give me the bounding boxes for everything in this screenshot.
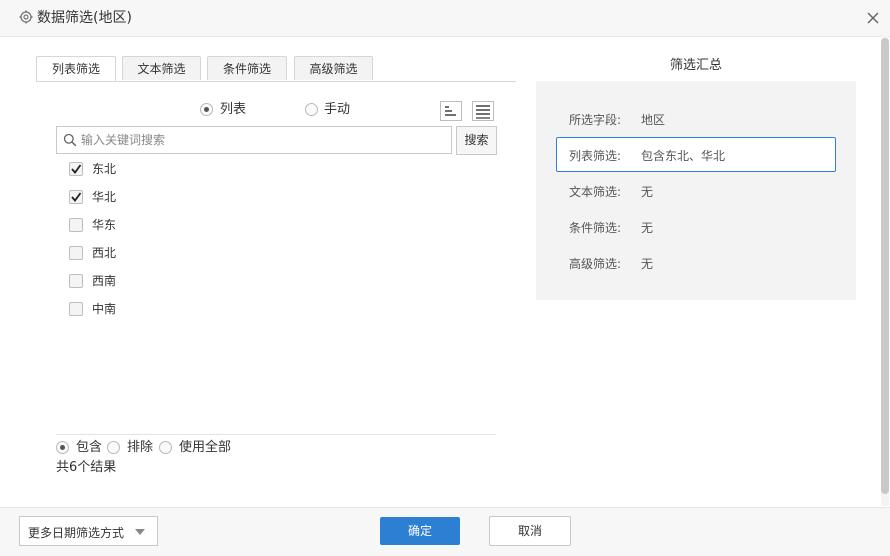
summary-row-label: 列表筛选: [569, 149, 622, 163]
summary-row-label: 文本筛选: [569, 185, 622, 199]
item-checkbox[interactable] [69, 162, 83, 176]
checkmark-icon [71, 164, 82, 174]
sort-button[interactable] [440, 101, 462, 121]
mode-list-label: 列表 [220, 102, 247, 117]
more-date-filter-dropdown[interactable]: 更多日期筛选方式 [19, 516, 158, 546]
mode-manual-label: 手动 [324, 102, 351, 117]
item-checkbox[interactable] [69, 246, 83, 260]
item-label: 华东 [92, 218, 117, 232]
tab-advanced-filter[interactable]: 高级筛选 [294, 56, 373, 80]
summary-row-value: 地区 [641, 113, 666, 127]
result-count: 共6个结果 [56, 460, 117, 475]
mode-list-radio[interactable] [200, 103, 213, 116]
list-icon [476, 105, 490, 119]
gear-icon [19, 10, 33, 24]
item-checkbox[interactable] [69, 302, 83, 316]
caret-down-icon [135, 529, 145, 535]
use-all-radio[interactable] [159, 441, 172, 454]
tab-list-filter[interactable]: 列表筛选 [36, 56, 116, 82]
more-date-filter-label: 更多日期筛选方式 [28, 526, 125, 540]
list-item[interactable]: 东北 [69, 161, 269, 177]
summary-row-label: 条件筛选: [569, 221, 622, 235]
search-button[interactable]: 搜索 [456, 126, 497, 155]
use-all-label: 使用全部 [179, 440, 232, 455]
summary-row-value: 无 [641, 221, 654, 235]
list-item[interactable]: 华东 [69, 217, 269, 233]
list-item[interactable]: 西北 [69, 245, 269, 261]
checkmark-icon [71, 192, 82, 202]
list-item[interactable]: 华北 [69, 189, 269, 205]
tab-text-filter[interactable]: 文本筛选 [122, 56, 201, 80]
list-divider [56, 434, 496, 435]
summary-row-label: 所选字段: [569, 113, 622, 127]
summary-row-value: 包含东北、华北 [641, 149, 726, 163]
summary-row-label: 高级筛选: [569, 257, 622, 271]
sort-icon [445, 106, 456, 116]
summary-row-value: 无 [641, 257, 654, 271]
item-checkbox[interactable] [69, 218, 83, 232]
item-checkbox[interactable] [69, 274, 83, 288]
include-label: 包含 [76, 440, 103, 455]
item-label: 中南 [92, 302, 117, 316]
tab-divider [36, 81, 516, 82]
exclude-label: 排除 [127, 440, 154, 455]
mode-manual-radio[interactable] [305, 103, 318, 116]
item-checkbox[interactable] [69, 190, 83, 204]
search-box [56, 126, 452, 154]
dialog-title: 数据筛选(地区) [37, 10, 132, 26]
cancel-button[interactable]: 取消 [489, 516, 571, 546]
exclude-radio[interactable] [107, 441, 120, 454]
close-icon[interactable] [864, 9, 882, 27]
ok-button[interactable]: 确定 [380, 517, 460, 545]
search-icon [63, 133, 77, 147]
list-view-button[interactable] [472, 101, 494, 121]
summary-row-value: 无 [641, 185, 654, 199]
list-item[interactable]: 中南 [69, 301, 269, 317]
title-bar [0, 0, 890, 37]
summary-title: 筛选汇总 [669, 58, 722, 73]
search-input[interactable] [81, 127, 441, 153]
scrollbar-thumb[interactable] [881, 38, 889, 494]
list-item[interactable]: 西南 [69, 273, 269, 289]
include-radio[interactable] [56, 441, 69, 454]
item-label: 西北 [92, 246, 117, 260]
item-label: 东北 [92, 162, 117, 176]
item-label: 华北 [92, 190, 117, 204]
item-label: 西南 [92, 274, 117, 288]
tab-condition-filter[interactable]: 条件筛选 [207, 56, 287, 80]
